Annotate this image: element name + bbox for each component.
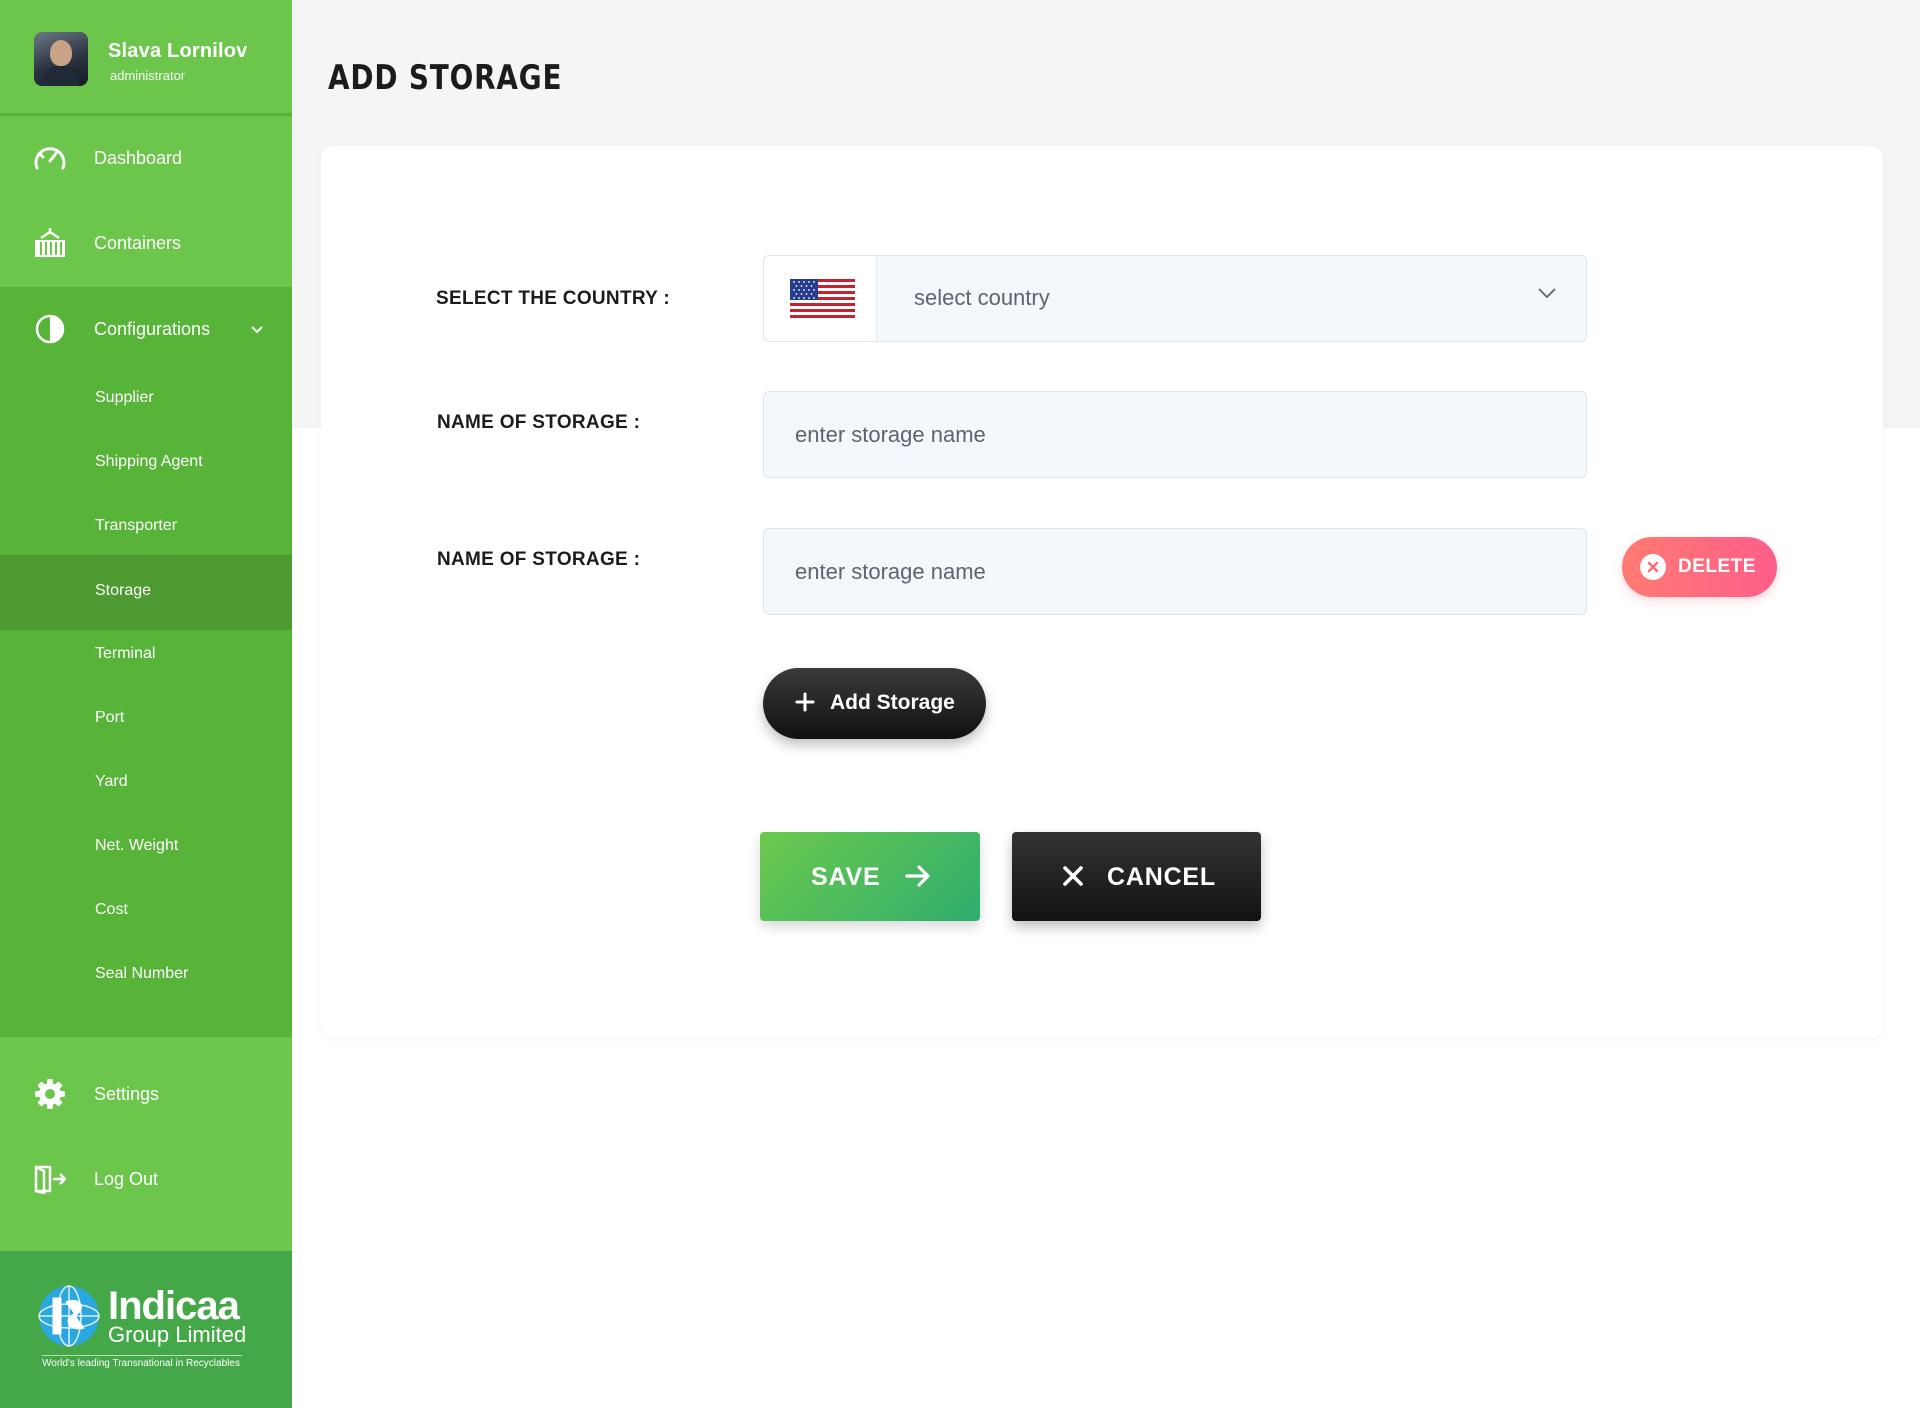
globe-logo-icon bbox=[36, 1283, 102, 1349]
logout-icon bbox=[32, 1161, 68, 1197]
logo-company-subname: Group Limited bbox=[108, 1322, 247, 1347]
sidebar: Slava Lornilov administrator Dashboard C… bbox=[0, 0, 292, 1408]
sidebar-subitem-terminal[interactable]: Terminal bbox=[0, 623, 292, 687]
country-select-value: select country bbox=[914, 285, 1050, 310]
sidebar-item-logout[interactable]: Log Out bbox=[0, 1137, 292, 1221]
sidebar-subitem-storage[interactable]: Storage bbox=[0, 555, 292, 630]
sidebar-subitem-label: Port bbox=[95, 709, 125, 726]
sidebar-item-settings[interactable]: Settings bbox=[0, 1052, 292, 1136]
sidebar-item-label: Log Out bbox=[94, 1168, 159, 1189]
sidebar-item-containers[interactable]: Containers bbox=[0, 201, 292, 285]
storage-name-input[interactable] bbox=[764, 529, 1586, 614]
add-storage-button[interactable]: Add Storage bbox=[763, 668, 986, 739]
sidebar-subitem-transporter[interactable]: Transporter bbox=[0, 495, 292, 559]
sidebar-item-label: Containers bbox=[94, 232, 182, 253]
sidebar-item-label: Configurations bbox=[94, 318, 211, 339]
logo-tagline: World's leading Transnational in Recycla… bbox=[42, 1355, 242, 1369]
chevron-down-icon[interactable] bbox=[250, 322, 264, 340]
close-circle-icon bbox=[1640, 554, 1666, 580]
sidebar-subitem-label: Storage bbox=[95, 582, 152, 599]
sidebar-subitem-label: Terminal bbox=[95, 645, 156, 662]
storage-name-field[interactable] bbox=[763, 391, 1587, 478]
close-icon bbox=[1062, 865, 1084, 894]
save-button-label: SAVE bbox=[811, 863, 881, 891]
delete-button-label: DELETE bbox=[1678, 556, 1756, 577]
country-label: SELECT THE COUNTRY : bbox=[436, 288, 671, 309]
plus-icon bbox=[795, 692, 815, 718]
sidebar-item-label: Settings bbox=[94, 1083, 160, 1104]
cancel-button[interactable]: CANCEL bbox=[1012, 832, 1261, 921]
sidebar-subitem-label: Yard bbox=[95, 773, 128, 790]
sidebar-subitem-label: Cost bbox=[95, 901, 128, 918]
chevron-down-icon bbox=[1537, 286, 1557, 304]
save-button[interactable]: SAVE bbox=[760, 832, 980, 921]
gear-icon bbox=[32, 1076, 68, 1112]
sidebar-item-dashboard[interactable]: Dashboard bbox=[0, 116, 292, 200]
sidebar-subitem-label: Seal Number bbox=[95, 965, 189, 982]
sidebar-subitem-label: Shipping Agent bbox=[95, 453, 203, 470]
cancel-button-label: CANCEL bbox=[1107, 863, 1216, 891]
sidebar-subitem-label: Supplier bbox=[95, 389, 154, 406]
sidebar-item-configurations[interactable]: Configurations bbox=[0, 287, 292, 371]
profile-name: Slava Lornilov bbox=[108, 40, 248, 62]
add-storage-label: Add Storage bbox=[830, 691, 955, 714]
us-flag-icon bbox=[790, 279, 855, 318]
storage-name-field[interactable] bbox=[763, 528, 1587, 615]
sidebar-subitem-label: Transporter bbox=[95, 517, 178, 534]
profile-header: Slava Lornilov administrator bbox=[0, 0, 292, 116]
contrast-icon bbox=[32, 311, 68, 347]
sidebar-subitem-shipping-agent[interactable]: Shipping Agent bbox=[0, 431, 292, 495]
storage-name-label: NAME OF STORAGE : bbox=[437, 412, 641, 433]
storage-name-input[interactable] bbox=[764, 392, 1586, 477]
sidebar-item-label: Dashboard bbox=[94, 147, 183, 168]
sidebar-subitem-port[interactable]: Port bbox=[0, 687, 292, 751]
flag-container bbox=[764, 256, 877, 341]
sidebar-subitem-net-weight[interactable]: Net. Weight bbox=[0, 815, 292, 879]
sidebar-subitem-supplier[interactable]: Supplier bbox=[0, 367, 292, 431]
country-select[interactable]: select country bbox=[763, 255, 1587, 342]
sidebar-subitem-yard[interactable]: Yard bbox=[0, 751, 292, 815]
container-icon bbox=[32, 225, 68, 261]
nav-top-section: Dashboard Containers bbox=[0, 116, 292, 287]
page-title: ADD STORAGE bbox=[328, 58, 563, 98]
avatar[interactable] bbox=[34, 32, 88, 86]
sidebar-subitem-seal-number[interactable]: Seal Number bbox=[0, 943, 292, 1007]
sidebar-subitem-cost[interactable]: Cost bbox=[0, 879, 292, 943]
sidebar-subitem-label: Net. Weight bbox=[95, 837, 179, 854]
nav-bottom-section: Settings Log Out bbox=[0, 1037, 292, 1251]
profile-role: administrator bbox=[110, 68, 186, 83]
delete-button[interactable]: DELETE bbox=[1622, 537, 1777, 597]
arrow-right-icon bbox=[905, 864, 931, 895]
storage-name-label: NAME OF STORAGE : bbox=[437, 549, 641, 570]
speedometer-icon bbox=[32, 140, 68, 176]
